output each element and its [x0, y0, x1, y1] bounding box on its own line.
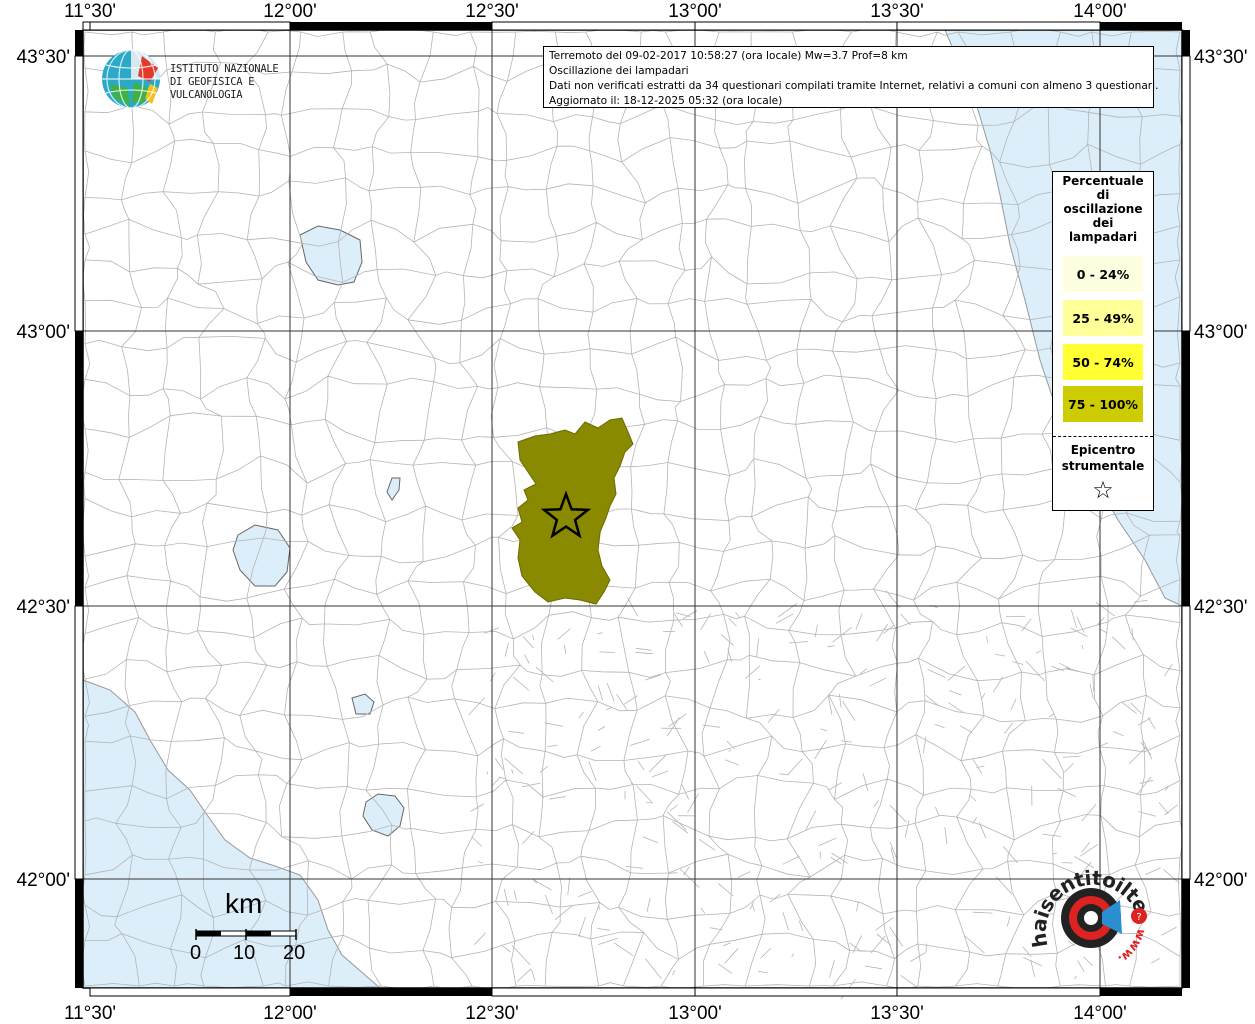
svg-text:?: ?	[1136, 912, 1141, 923]
lon-label-bottom-1: 12°00'	[263, 1003, 317, 1024]
lon-label-bottom-5: 14°00'	[1073, 1003, 1127, 1024]
legend-separator	[1053, 436, 1153, 437]
lat-label-left-0: 43°30'	[17, 47, 71, 68]
scale-tick-10: 10	[233, 942, 256, 964]
lat-label-left-2: 42°30'	[17, 597, 71, 618]
legend-swatch-50-74: 50 - 74%	[1063, 344, 1143, 380]
latitude-labels-right: 43°30' 43°00' 42°30' 42°00'	[1194, 47, 1248, 891]
lon-label-top-4: 13°30'	[870, 1, 924, 22]
latitude-labels-left: 43°30' 43°00' 42°30' 42°00'	[17, 47, 71, 891]
lon-label-top-0: 11°30'	[64, 1, 116, 22]
lon-label-bottom-0: 11°30'	[64, 1003, 116, 1024]
legend-title-line: Percentuale	[1062, 174, 1144, 188]
legend-swatch-0-24: 0 - 24%	[1063, 256, 1143, 292]
lat-label-left-3: 42°00'	[17, 870, 71, 891]
map-subject-line: Oscillazione dei lampadari	[549, 65, 689, 77]
scale-bar: km 0 10 20	[185, 886, 315, 972]
lon-label-bottom-3: 13°00'	[668, 1003, 722, 1024]
legend-title-line: dei	[1092, 216, 1114, 230]
longitude-labels-top: 11°30' 12°00' 12°30' 13°00' 13°30' 14°00…	[64, 1, 1127, 22]
longitude-labels-bottom: 11°30' 12°00' 12°30' 13°00' 13°30' 14°00…	[64, 1003, 1127, 1024]
earthquake-event-line: Terremoto del 09-02-2017 10:58:27 (ora l…	[549, 50, 908, 62]
epicenter-legend-line: strumentale	[1061, 459, 1145, 473]
star-icon: ☆	[1092, 476, 1114, 504]
ingv-name-line1: ISTITUTO NAZIONALE	[170, 63, 279, 75]
ingv-name-line2: DI GEOFISICA E VULCANOLOGIA	[170, 76, 255, 101]
legend-swatch-label: 0 - 24%	[1076, 266, 1130, 282]
lon-label-top-2: 12°30'	[465, 1, 519, 22]
lat-label-right-3: 42°00'	[1194, 870, 1248, 891]
lon-label-bottom-4: 13°30'	[870, 1003, 924, 1024]
lat-label-right-2: 42°30'	[1194, 597, 1248, 618]
legend-swatch-25-49: 25 - 49%	[1063, 300, 1143, 336]
ingv-logo: ISTITUTO NAZIONALE DI GEOFISICA E VULCAN…	[100, 48, 315, 110]
lat-label-right-0: 43°30'	[1194, 47, 1248, 68]
scale-tick-0: 0	[190, 942, 202, 964]
epicenter-legend-label: Epicentro strumentale	[1053, 442, 1153, 474]
data-disclaimer-line: Dati non verificati estratti da 34 quest…	[549, 80, 1159, 92]
legend-title-line: oscillazione	[1063, 202, 1143, 216]
scale-unit: km	[225, 888, 263, 919]
earthquake-info-box: Terremoto del 09-02-2017 10:58:27 (ora l…	[543, 46, 1159, 108]
ingv-globe-icon	[102, 49, 160, 109]
legend-swatch-75-100: 75 - 100%	[1063, 386, 1143, 422]
legend-swatch-label: 50 - 74%	[1072, 354, 1134, 370]
lon-label-top-3: 13°00'	[668, 1, 722, 22]
lat-label-right-1: 43°00'	[1194, 322, 1248, 343]
legend-swatch-label: 75 - 100%	[1068, 396, 1138, 412]
lon-label-top-5: 14°00'	[1073, 1, 1127, 22]
hai-sentito-il-terremoto-logo: haisentitoilterremoto.it www. ?	[1020, 839, 1170, 983]
legend: Percentuale di oscillazione dei lampadar…	[1052, 171, 1154, 511]
scale-tick-20: 20	[283, 942, 306, 964]
legend-title-line: lampadari	[1068, 230, 1138, 244]
hst-logo-graphic: haisentitoilterremoto.it www. ?	[1020, 839, 1154, 967]
lat-label-left-1: 43°00'	[17, 322, 71, 343]
lon-label-top-1: 12°00'	[263, 1, 317, 22]
legend-swatch-label: 25 - 49%	[1072, 310, 1134, 326]
ingv-name: ISTITUTO NAZIONALE DI GEOFISICA E VULCAN…	[170, 63, 315, 102]
epicenter-legend-line: Epicentro	[1070, 443, 1136, 457]
lon-label-bottom-2: 12°30'	[465, 1003, 519, 1024]
legend-title-line: di	[1096, 188, 1110, 202]
updated-line: Aggiornato il: 18-12-2025 05:32 (ora loc…	[549, 95, 783, 107]
legend-title: Percentuale di oscillazione dei lampadar…	[1053, 172, 1153, 244]
